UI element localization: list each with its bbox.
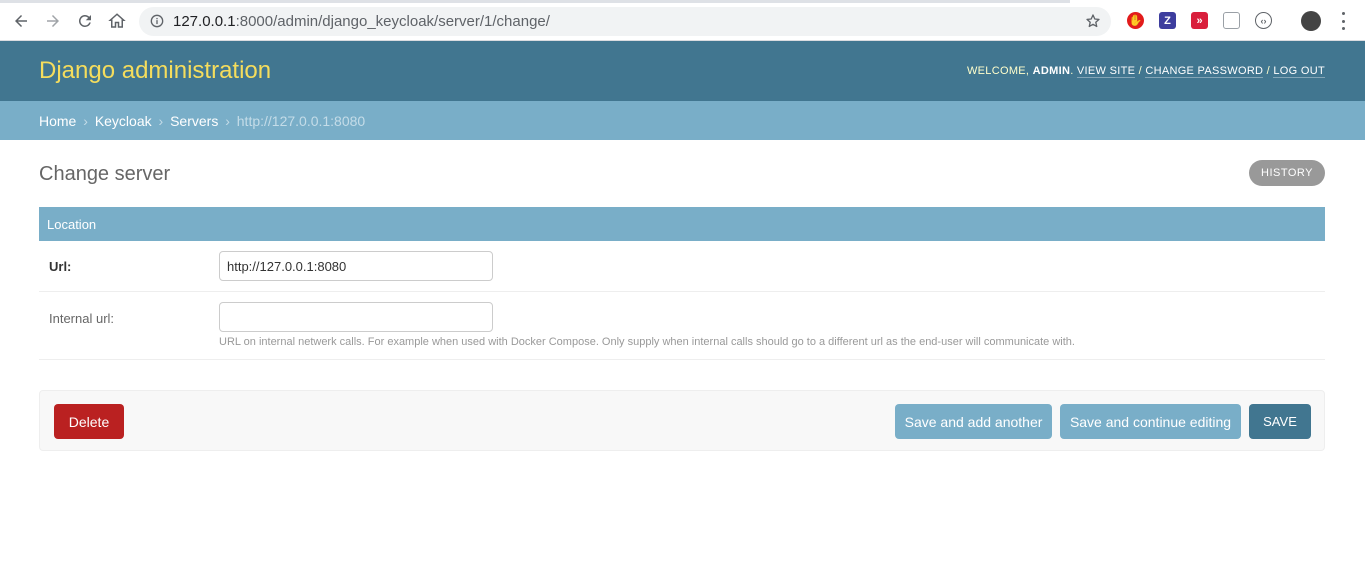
code-extension-icon[interactable]: ‹› (1255, 12, 1272, 29)
breadcrumb-separator: › (225, 113, 230, 129)
save-and-add-another-button[interactable]: Save and add another (895, 404, 1052, 439)
change-password-link[interactable]: CHANGE PASSWORD (1145, 65, 1264, 78)
url-path: :8000/admin/django_keycloak/server/1/cha… (235, 13, 550, 30)
breadcrumb-separator: › (83, 113, 88, 129)
delete-button[interactable]: Delete (54, 404, 124, 439)
address-bar[interactable]: 127.0.0.1:8000/admin/django_keycloak/ser… (139, 7, 1111, 36)
breadcrumb-model[interactable]: Servers (170, 113, 218, 129)
fieldset-title: Location (39, 207, 1325, 241)
info-icon[interactable] (150, 14, 164, 28)
browser-menu-icon[interactable] (1340, 12, 1346, 30)
history-button[interactable]: HISTORY (1249, 160, 1325, 186)
adblock-extension-icon[interactable]: ✋ (1127, 12, 1144, 29)
save-button[interactable]: SAVE (1249, 404, 1311, 439)
back-arrow-icon (15, 15, 27, 27)
username: ADMIN (1032, 65, 1071, 77)
view-site-link[interactable]: VIEW SITE (1076, 65, 1136, 78)
admin-header: Django administration WELCOME, ADMIN. VI… (0, 41, 1365, 101)
url-text: 127.0.0.1:8000/admin/django_keycloak/ser… (173, 13, 550, 30)
url-label: Url: (49, 259, 72, 274)
breadcrumb-app[interactable]: Keycloak (95, 113, 152, 129)
browser-toolbar: 127.0.0.1:8000/admin/django_keycloak/ser… (0, 0, 1365, 41)
log-out-link[interactable]: LOG OUT (1273, 65, 1325, 78)
submit-row: Delete Save and add another Save and con… (39, 390, 1325, 451)
back-button[interactable] (5, 5, 37, 37)
site-brand[interactable]: Django administration (39, 57, 271, 85)
forward-arrow-icon (47, 15, 59, 27)
media-extension-icon[interactable]: » (1191, 12, 1208, 29)
form-row-internal-url: Internal url: URL on internal netwerk ca… (39, 292, 1325, 360)
breadcrumb: Home › Keycloak › Servers › http://127.0… (0, 101, 1365, 140)
tab-strip (0, 0, 1070, 3)
page-title: Change server (39, 163, 171, 185)
internal-url-help: URL on internal netwerk calls. For examp… (219, 336, 1075, 348)
home-button[interactable] (101, 5, 133, 37)
zotero-extension-icon[interactable]: Z (1159, 12, 1176, 29)
internal-url-input[interactable] (219, 302, 493, 332)
reload-icon (78, 14, 91, 27)
breadcrumb-home[interactable]: Home (39, 113, 76, 129)
bookmark-star-icon[interactable] (1085, 13, 1101, 29)
separator: / (1135, 65, 1146, 77)
form-row-url: Url: (39, 241, 1325, 292)
url-host: 127.0.0.1 (173, 13, 236, 30)
separator: / (1263, 65, 1274, 77)
internal-url-label: Internal url: (49, 311, 115, 326)
url-input[interactable] (219, 251, 493, 281)
save-and-continue-button[interactable]: Save and continue editing (1060, 404, 1241, 439)
breadcrumb-separator: › (158, 113, 164, 129)
breadcrumb-current: http://127.0.0.1:8080 (236, 113, 366, 129)
location-fieldset: Location Url: Internal url: URL on inter… (39, 207, 1325, 360)
welcome-text: WELCOME, (966, 65, 1033, 77)
user-tools: WELCOME, ADMIN. VIEW SITE / CHANGE PASSW… (966, 65, 1325, 78)
forward-button[interactable] (37, 5, 69, 37)
reload-button[interactable] (69, 5, 101, 37)
home-icon (108, 13, 126, 28)
profile-avatar-icon[interactable] (1301, 11, 1321, 31)
document-extension-icon[interactable] (1223, 12, 1240, 29)
